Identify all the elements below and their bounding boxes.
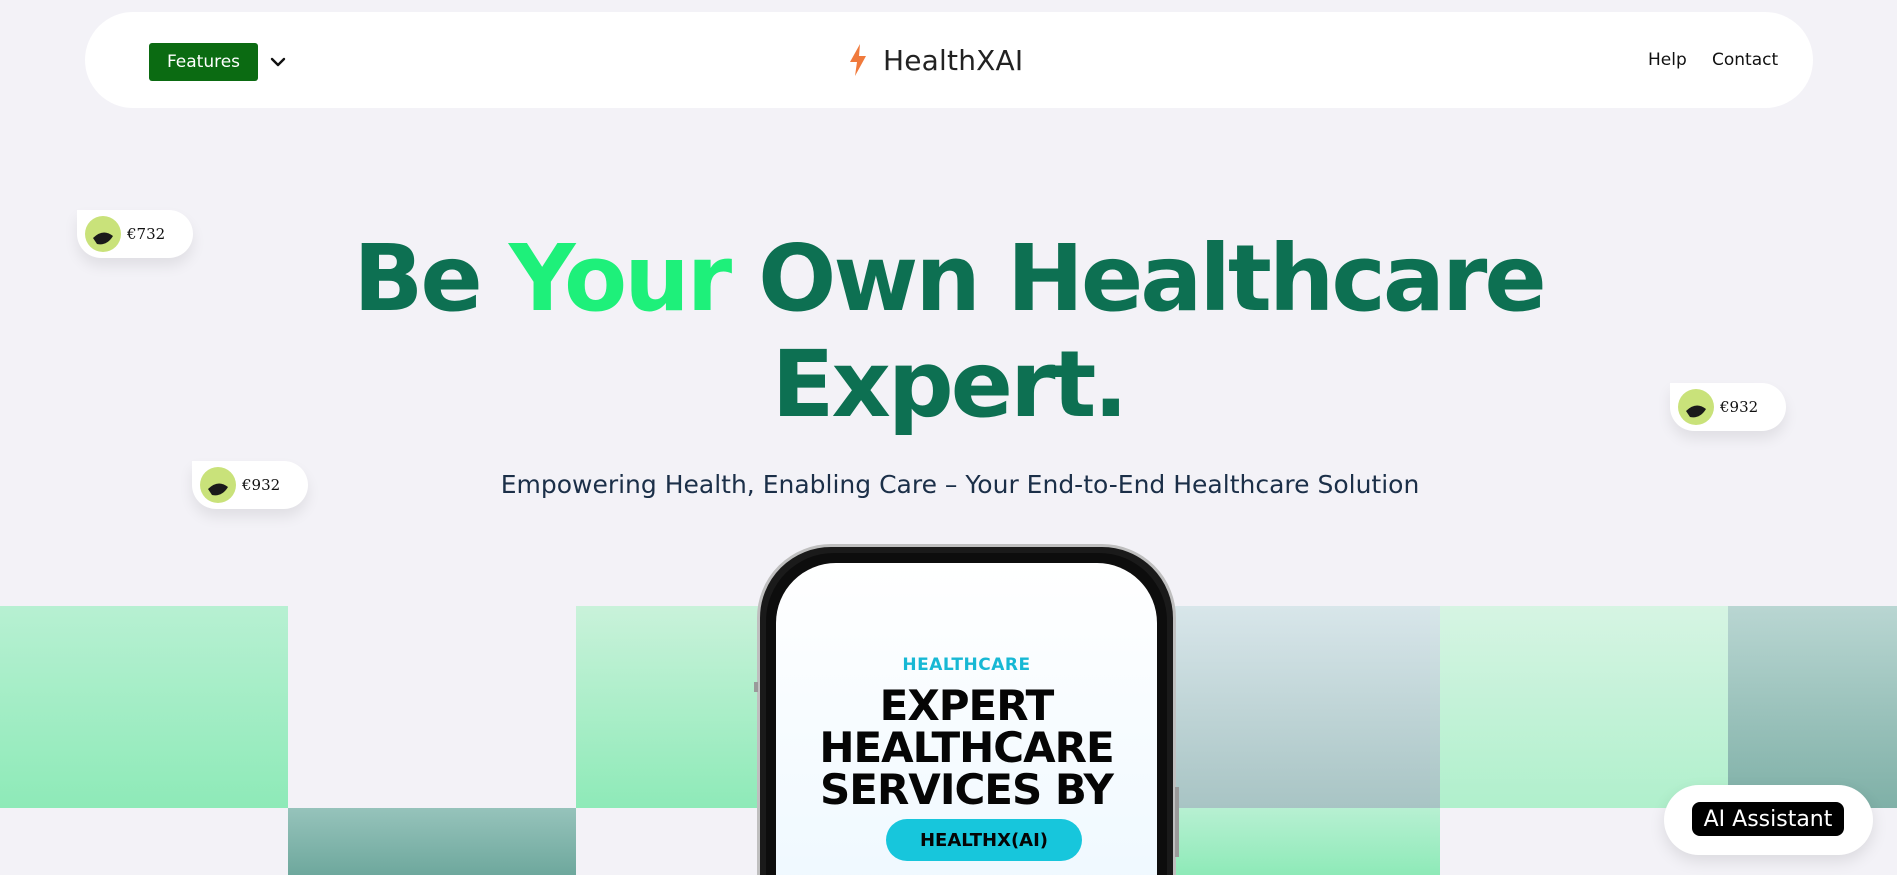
ai-assistant-button[interactable]: AI Assistant: [1692, 802, 1844, 836]
screen-headline-line: SERVICES BY: [820, 765, 1114, 814]
bg-tile: [1440, 606, 1728, 808]
phone-screen: HEALTHCARE EXPERT HEALTHCARE SERVICES BY…: [776, 563, 1157, 875]
phone-side-button: [754, 682, 758, 692]
phone-mockup: HEALTHCARE EXPERT HEALTHCARE SERVICES BY…: [754, 544, 1179, 875]
screen-headline-line: HEALTHCARE: [819, 723, 1114, 772]
features-button[interactable]: Features: [149, 43, 258, 81]
ai-assistant-widget: AI Assistant: [1664, 785, 1873, 855]
bg-tile: [0, 606, 288, 808]
top-navbar: Features HealthXAI Help Contact: [85, 12, 1813, 108]
hero-title-accent: Your: [508, 225, 732, 332]
hero-subtitle: Empowering Health, Enabling Care – Your …: [500, 470, 1420, 499]
bg-tile: [576, 606, 776, 808]
phone-side-button: [1175, 787, 1179, 857]
chevron-down-icon[interactable]: [266, 50, 290, 74]
lightning-bolt-icon: [850, 44, 866, 76]
bg-tile: [1728, 606, 1897, 808]
screen-pill-button[interactable]: HEALTHX(AI): [886, 819, 1082, 861]
hero-title: Be Your Own Healthcare Expert.: [0, 226, 1897, 438]
nav-contact-link[interactable]: Contact: [1712, 50, 1778, 70]
brand-logo[interactable]: HealthXAI: [847, 40, 1023, 80]
screen-kicker: HEALTHCARE: [902, 655, 1031, 675]
brand-name: HealthXAI: [883, 43, 1024, 77]
bg-tile: [288, 808, 576, 875]
bg-tile: [1175, 606, 1440, 808]
screen-headline: EXPERT HEALTHCARE SERVICES BY: [776, 685, 1157, 811]
screen-headline-line: EXPERT: [879, 681, 1055, 730]
hero-title-part: Own Healthcare: [729, 225, 1547, 332]
hero-title-line2: Expert.: [771, 331, 1129, 438]
hero-title-part: Be: [353, 225, 509, 332]
nav-help-link[interactable]: Help: [1648, 50, 1687, 70]
bg-tile: [1175, 808, 1440, 875]
